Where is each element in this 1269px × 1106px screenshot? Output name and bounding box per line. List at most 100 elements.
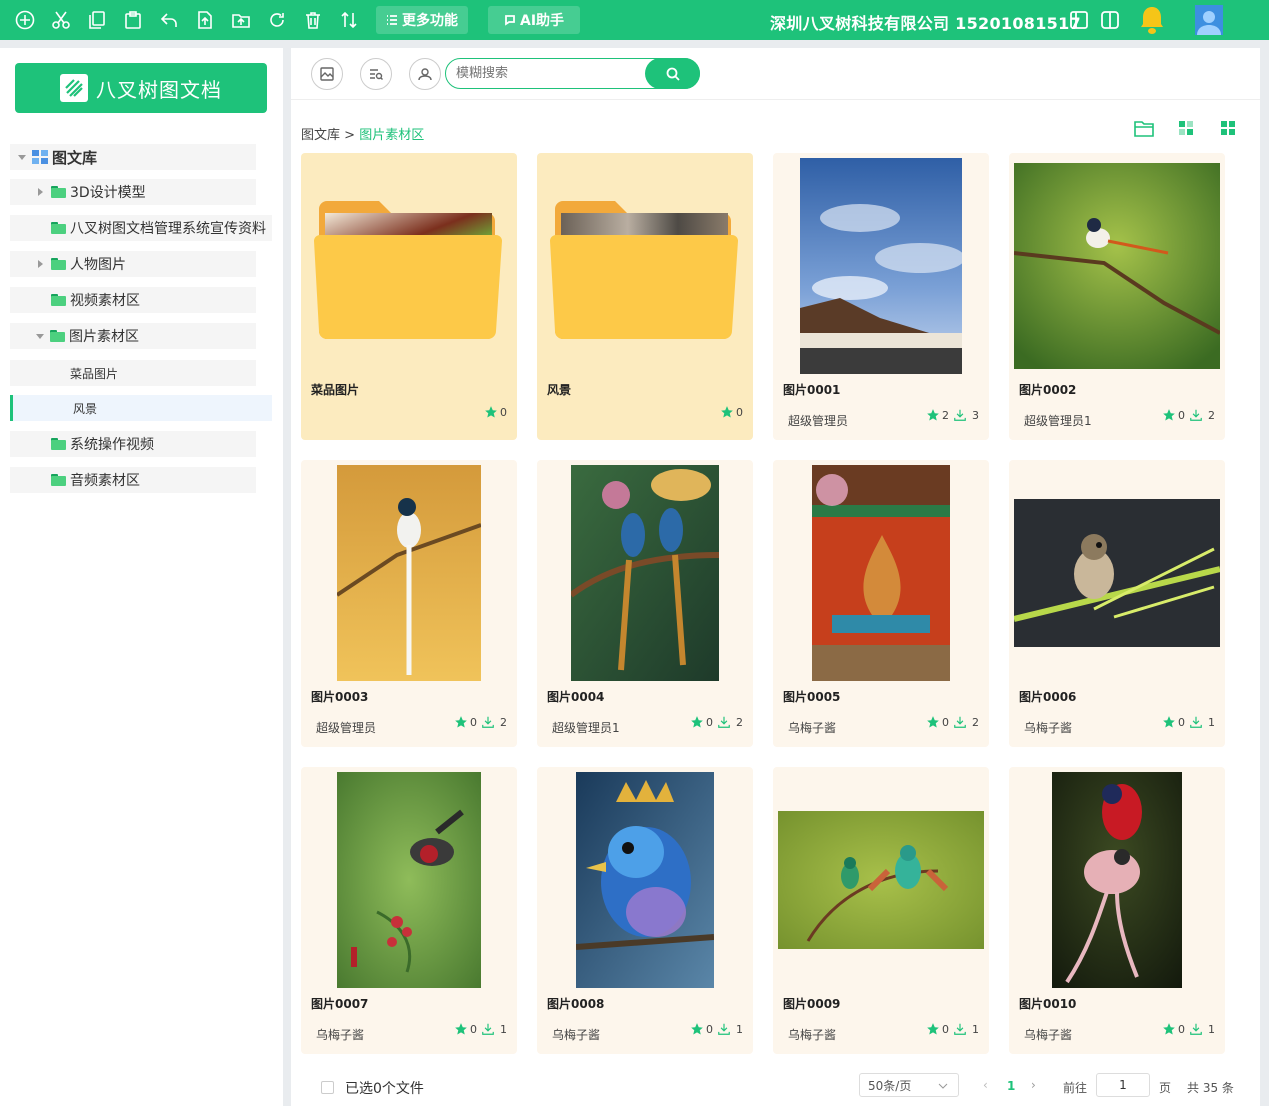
download-icon[interactable] — [481, 1022, 495, 1036]
sidebar-item-image-materials[interactable]: 图片素材区 — [10, 323, 256, 349]
star-count: 0 — [706, 715, 713, 729]
card-title: 菜品图片 — [311, 383, 360, 397]
caret-down-icon[interactable] — [18, 154, 26, 160]
upload-folder-icon[interactable] — [230, 9, 252, 31]
more-features-button[interactable]: 更多功能 — [376, 6, 468, 34]
download-icon[interactable] — [953, 715, 967, 729]
star-icon[interactable] — [1162, 408, 1176, 422]
current-page[interactable]: 1 — [1007, 1079, 1015, 1093]
star-icon[interactable] — [926, 715, 940, 729]
image-card[interactable]: 图片0004 超级管理员1 0 2 — [537, 460, 753, 747]
download-icon[interactable] — [1189, 1022, 1203, 1036]
image-filter-button[interactable] — [311, 58, 343, 90]
download-icon[interactable] — [1189, 715, 1203, 729]
card-stats: 0 — [720, 405, 743, 419]
star-icon[interactable] — [926, 408, 940, 422]
star-icon[interactable] — [720, 405, 734, 419]
sidebar-item-video-materials[interactable]: 视频素材区 — [10, 287, 256, 313]
folder-view-icon[interactable] — [1134, 118, 1154, 138]
image-card[interactable]: 图片0008 乌梅子酱 0 1 — [537, 767, 753, 1054]
sidebar-item-scenery[interactable]: 风景 — [10, 395, 272, 421]
image-card[interactable]: 图片0002 超级管理员1 0 2 — [1009, 153, 1225, 440]
small-grid-icon[interactable] — [1176, 118, 1196, 138]
caret-right-icon[interactable] — [38, 260, 43, 268]
image-card[interactable]: 图片0010 乌梅子酱 0 1 — [1009, 767, 1225, 1054]
refresh-icon[interactable] — [266, 9, 288, 31]
card-owner: 乌梅子酱 — [788, 721, 837, 735]
select-all-checkbox[interactable] — [321, 1081, 334, 1094]
star-icon[interactable] — [454, 1022, 468, 1036]
layout-single-icon[interactable] — [1069, 10, 1089, 34]
card-title: 图片0008 — [547, 997, 605, 1011]
search-button[interactable] — [645, 58, 700, 89]
download-icon[interactable] — [717, 1022, 731, 1036]
sidebar-item-label: 风景 — [73, 401, 98, 416]
image-icon — [320, 67, 334, 81]
sidebar-item-audio-materials[interactable]: 音频素材区 — [10, 467, 256, 493]
download-icon[interactable] — [1189, 408, 1203, 422]
star-icon[interactable] — [1162, 715, 1176, 729]
star-count: 0 — [500, 405, 507, 419]
image-card[interactable]: 图片0005 乌梅子酱 0 2 — [773, 460, 989, 747]
image-thumbnail — [800, 158, 962, 374]
sidebar-item-promo-materials[interactable]: 八叉树图文档管理系统宣传资料 — [10, 215, 272, 241]
paste-icon[interactable] — [122, 9, 144, 31]
star-icon[interactable] — [454, 715, 468, 729]
large-grid-icon[interactable] — [1218, 118, 1238, 138]
folder-card[interactable]: 菜品图片 0 — [301, 153, 517, 440]
caret-down-icon[interactable] — [36, 333, 44, 339]
image-thumbnail — [337, 465, 481, 681]
breadcrumb-root[interactable]: 图文库 — [301, 128, 340, 143]
sort-icon[interactable] — [338, 9, 360, 31]
sidebar-item-operation-videos[interactable]: 系统操作视频 — [10, 431, 256, 457]
delete-icon[interactable] — [302, 9, 324, 31]
layout-split-icon[interactable] — [1100, 10, 1120, 34]
download-count: 2 — [736, 715, 743, 729]
star-icon[interactable] — [484, 405, 498, 419]
card-title: 图片0010 — [1019, 997, 1077, 1011]
pagination-bar: 已选0个文件 50条/页 ‹ 1 › 前往 1 页 共 35 条 — [291, 1068, 1260, 1106]
upload-file-icon[interactable] — [194, 9, 216, 31]
breadcrumb-current[interactable]: 图片素材区 — [359, 128, 424, 143]
image-card[interactable]: 图片0009 乌梅子酱 0 1 — [773, 767, 989, 1054]
image-card[interactable]: 图片0003 超级管理员 0 2 — [301, 460, 517, 747]
sidebar-item-3d-models[interactable]: 3D设计模型 — [10, 179, 256, 205]
text-filter-button[interactable] — [360, 58, 392, 90]
image-thumbnail — [1052, 772, 1182, 988]
card-owner: 乌梅子酱 — [316, 1028, 365, 1042]
star-icon[interactable] — [1162, 1022, 1176, 1036]
star-count: 2 — [942, 408, 949, 422]
cut-icon[interactable] — [50, 9, 72, 31]
user-filter-button[interactable] — [409, 58, 441, 90]
plus-icon[interactable] — [14, 9, 36, 31]
tree-root-library[interactable]: 图文库 — [10, 144, 256, 170]
download-icon[interactable] — [481, 715, 495, 729]
image-thumbnail — [778, 811, 984, 949]
bell-icon[interactable] — [1139, 5, 1165, 39]
sidebar-item-people-images[interactable]: 人物图片 — [10, 251, 256, 277]
breadcrumb: 图文库 > 图片素材区 — [301, 124, 424, 143]
goto-page-input[interactable]: 1 — [1096, 1073, 1150, 1097]
ai-assistant-button[interactable]: AI助手 — [488, 6, 581, 34]
undo-icon[interactable] — [158, 9, 180, 31]
star-icon[interactable] — [690, 1022, 704, 1036]
download-icon[interactable] — [717, 715, 731, 729]
brand-logo-button[interactable]: 八叉树图文档 — [15, 63, 267, 113]
avatar[interactable] — [1195, 5, 1223, 35]
image-card[interactable]: 图片0007 乌梅子酱 0 1 — [301, 767, 517, 1054]
next-page-button[interactable]: › — [1031, 1078, 1036, 1092]
image-card[interactable]: 图片0001 超级管理员 2 3 — [773, 153, 989, 440]
search-input[interactable] — [456, 60, 646, 87]
page-size-select[interactable]: 50条/页 — [859, 1073, 959, 1097]
caret-right-icon[interactable] — [38, 188, 43, 196]
sidebar-item-dish-images[interactable]: 菜品图片 — [10, 360, 256, 386]
folder-card[interactable]: 风景 0 — [537, 153, 753, 440]
copy-icon[interactable] — [86, 9, 108, 31]
folder-icon — [51, 438, 66, 450]
star-icon[interactable] — [690, 715, 704, 729]
download-icon[interactable] — [953, 408, 967, 422]
download-icon[interactable] — [953, 1022, 967, 1036]
prev-page-button[interactable]: ‹ — [983, 1078, 988, 1092]
star-icon[interactable] — [926, 1022, 940, 1036]
image-card[interactable]: 图片0006 乌梅子酱 0 1 — [1009, 460, 1225, 747]
